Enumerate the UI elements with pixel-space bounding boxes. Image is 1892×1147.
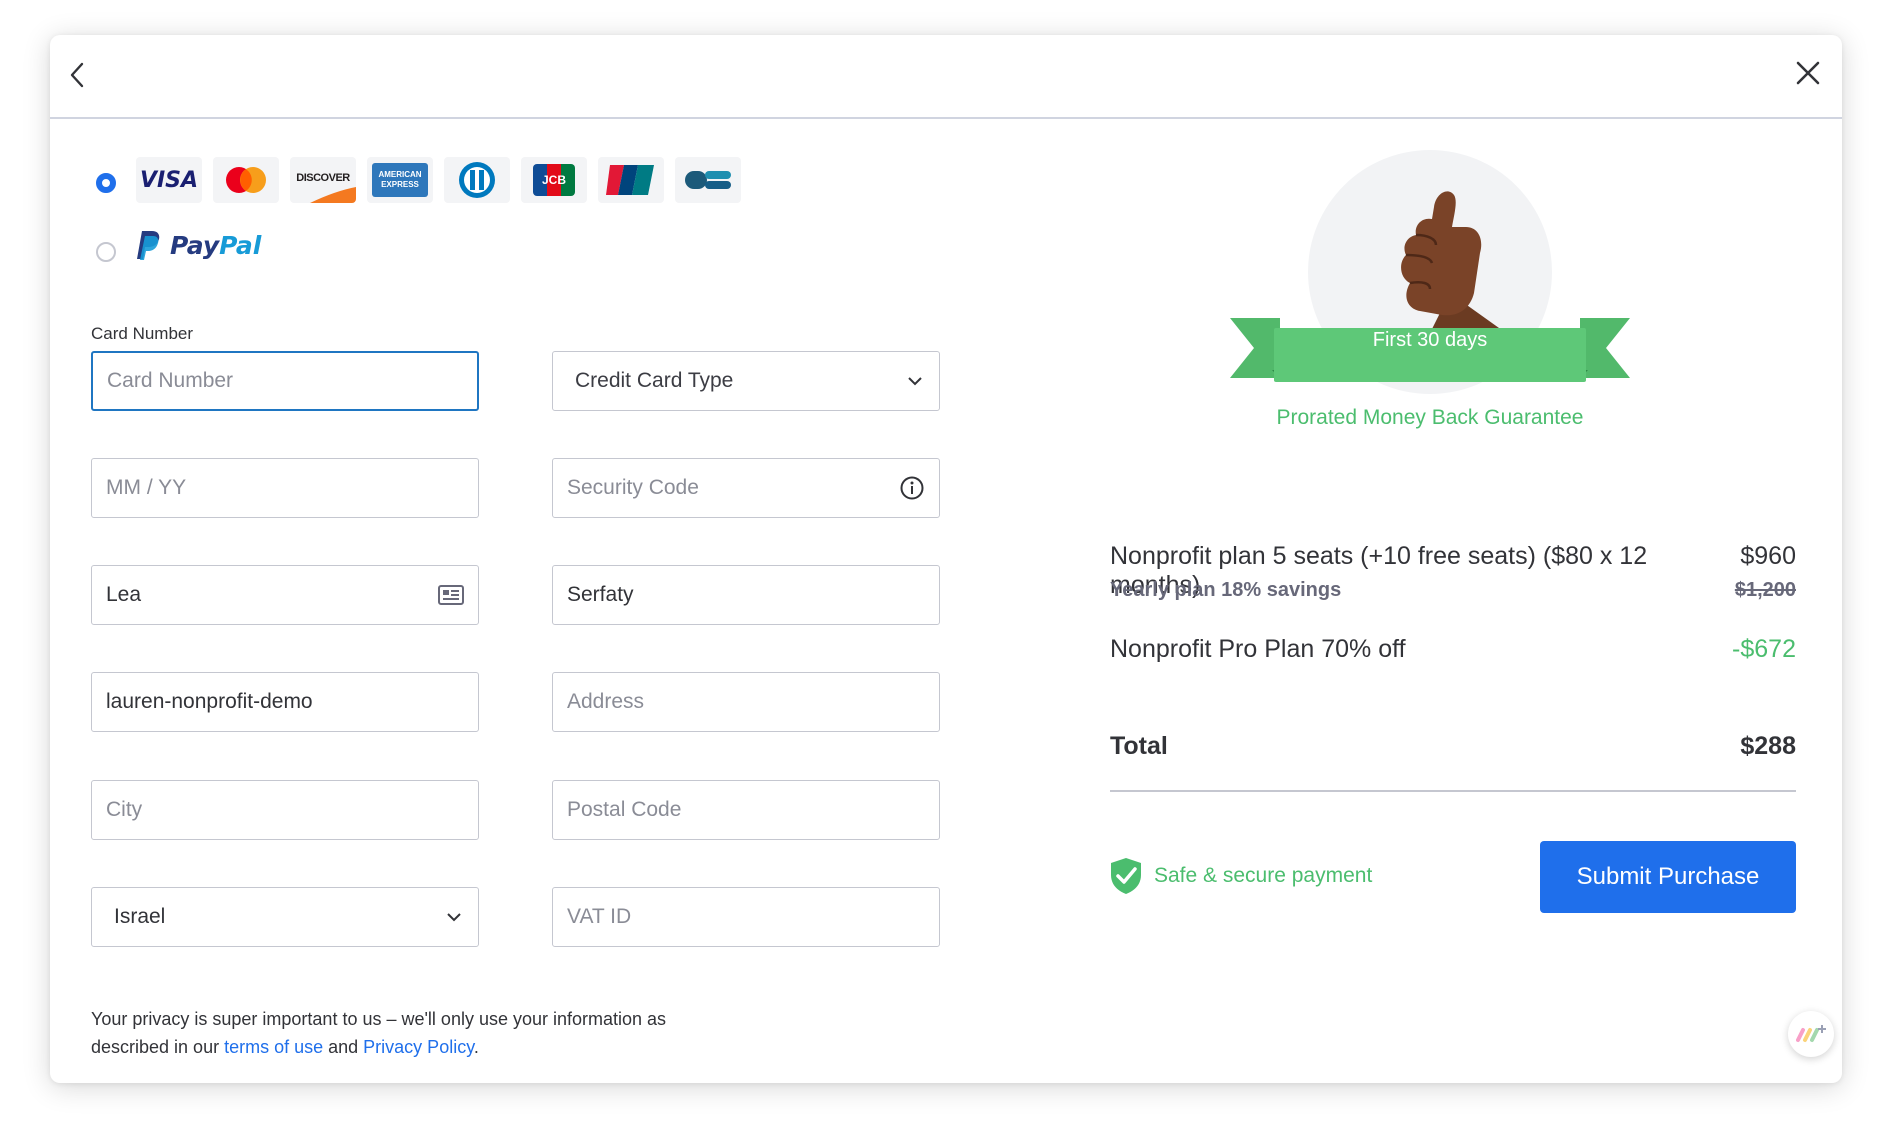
american-express-logo: AMERICAN EXPRESS	[367, 157, 433, 203]
paypal-payment-radio[interactable]	[96, 242, 116, 262]
discover-swoosh-icon	[310, 187, 356, 203]
company-input[interactable]: lauren-nonprofit-demo	[91, 672, 479, 732]
unionpay-logo	[598, 157, 664, 203]
assistant-button[interactable]	[1788, 1011, 1834, 1057]
paypal-logo[interactable]: PayPal	[136, 229, 261, 261]
postal-code-placeholder: Postal Code	[567, 798, 682, 821]
total-label: Total	[1110, 732, 1168, 760]
credit-card-type-value: Credit Card Type	[575, 369, 734, 392]
amex-badge: AMERICAN EXPRESS	[372, 163, 428, 197]
total-line: Total $288	[1110, 732, 1796, 761]
submit-purchase-button[interactable]: Submit Purchase	[1540, 841, 1796, 913]
chevron-down-icon	[905, 371, 925, 391]
total-value: $288	[1740, 732, 1796, 760]
terms-of-use-link[interactable]: terms of use	[224, 1037, 323, 1057]
cartes-bancaires-logo	[675, 157, 741, 203]
security-code-placeholder: Security Code	[567, 476, 699, 499]
first-name-input[interactable]: Lea	[91, 565, 479, 625]
info-icon[interactable]	[899, 475, 925, 501]
paypal-wordmark: PayPal	[170, 231, 261, 260]
discover-logo: DISCOVER	[290, 157, 356, 203]
visa-logo: VISA	[136, 157, 202, 203]
card-number-input[interactable]: Card Number	[91, 351, 479, 411]
ribbon-text: First 30 days	[1372, 329, 1488, 351]
discount-value: -$672	[1732, 635, 1796, 663]
secure-payment-badge: Safe & secure payment	[1110, 857, 1372, 895]
last-name-input[interactable]: Serfaty	[552, 565, 940, 625]
visa-text: VISA	[139, 167, 199, 193]
expiry-placeholder: MM / YY	[106, 476, 187, 499]
guarantee-subtitle: Prorated Money Back Guarantee	[1276, 406, 1584, 429]
mastercard-icon	[226, 167, 266, 193]
mastercard-logo	[213, 157, 279, 203]
discount-line: Nonprofit Pro Plan 70% off -$672	[1110, 635, 1796, 664]
address-input[interactable]: Address	[552, 672, 940, 732]
card-payment-radio[interactable]	[96, 173, 116, 193]
back-button[interactable]	[60, 53, 100, 97]
credit-card-type-select[interactable]: Credit Card Type	[552, 351, 940, 411]
card-number-label: Card Number	[91, 324, 194, 343]
original-price: $1,200	[1734, 579, 1796, 601]
privacy-period: .	[473, 1037, 479, 1057]
jcb-logo: JCB	[521, 157, 587, 203]
city-input[interactable]: City	[91, 780, 479, 840]
vat-id-placeholder: VAT ID	[567, 905, 632, 928]
jcb-text: JCB	[541, 173, 566, 187]
address-placeholder: Address	[567, 690, 645, 713]
privacy-policy-link[interactable]: Privacy Policy	[363, 1037, 474, 1057]
sparkle-icon	[1796, 1025, 1826, 1042]
city-placeholder: City	[106, 798, 143, 821]
contact-card-icon	[438, 584, 464, 606]
company-value: lauren-nonprofit-demo	[106, 690, 313, 713]
chevron-left-icon	[70, 62, 84, 88]
diners-club-logo	[444, 157, 510, 203]
modal-header	[50, 35, 1842, 119]
first-name-value: Lea	[106, 583, 142, 606]
paypal-pal-text: Pal	[219, 230, 262, 260]
secure-payment-label: Safe & secure payment	[1154, 864, 1373, 887]
country-value: Israel	[114, 905, 166, 928]
privacy-notice: Your privacy is super important to us – …	[91, 1005, 711, 1061]
card-number-placeholder: Card Number	[107, 369, 234, 392]
checkout-modal: VISA DISCOVER AMERICAN EXPRESS JCB PayPa…	[50, 35, 1842, 1083]
postal-code-input[interactable]: Postal Code	[552, 780, 940, 840]
paypal-icon	[137, 231, 160, 260]
shield-check-icon	[1111, 858, 1141, 894]
close-icon	[1796, 61, 1820, 85]
plan-price: $960	[1740, 542, 1796, 570]
expiry-input[interactable]: MM / YY	[91, 458, 479, 518]
vat-id-input[interactable]: VAT ID	[552, 887, 940, 947]
cartes-bancaires-icon	[685, 171, 731, 189]
discount-label: Nonprofit Pro Plan 70% off	[1110, 635, 1406, 663]
diners-club-icon	[459, 162, 495, 198]
privacy-and-text: and	[323, 1037, 364, 1057]
close-button[interactable]	[1788, 51, 1828, 95]
summary-divider	[1110, 790, 1796, 792]
security-code-input[interactable]: Security Code	[552, 458, 940, 518]
paypal-pay-text: Pay	[170, 230, 220, 260]
savings-label: Yearly plan 18% savings	[1110, 579, 1342, 601]
unionpay-icon	[606, 165, 654, 195]
amex-text: AMERICAN EXPRESS	[378, 170, 422, 189]
last-name-value: Serfaty	[567, 583, 634, 606]
savings-line: Yearly plan 18% savings $1,200	[1110, 579, 1796, 602]
card-brand-logos: VISA DISCOVER AMERICAN EXPRESS JCB	[136, 157, 741, 203]
chevron-down-icon	[444, 907, 464, 927]
country-select[interactable]: Israel	[91, 887, 479, 947]
